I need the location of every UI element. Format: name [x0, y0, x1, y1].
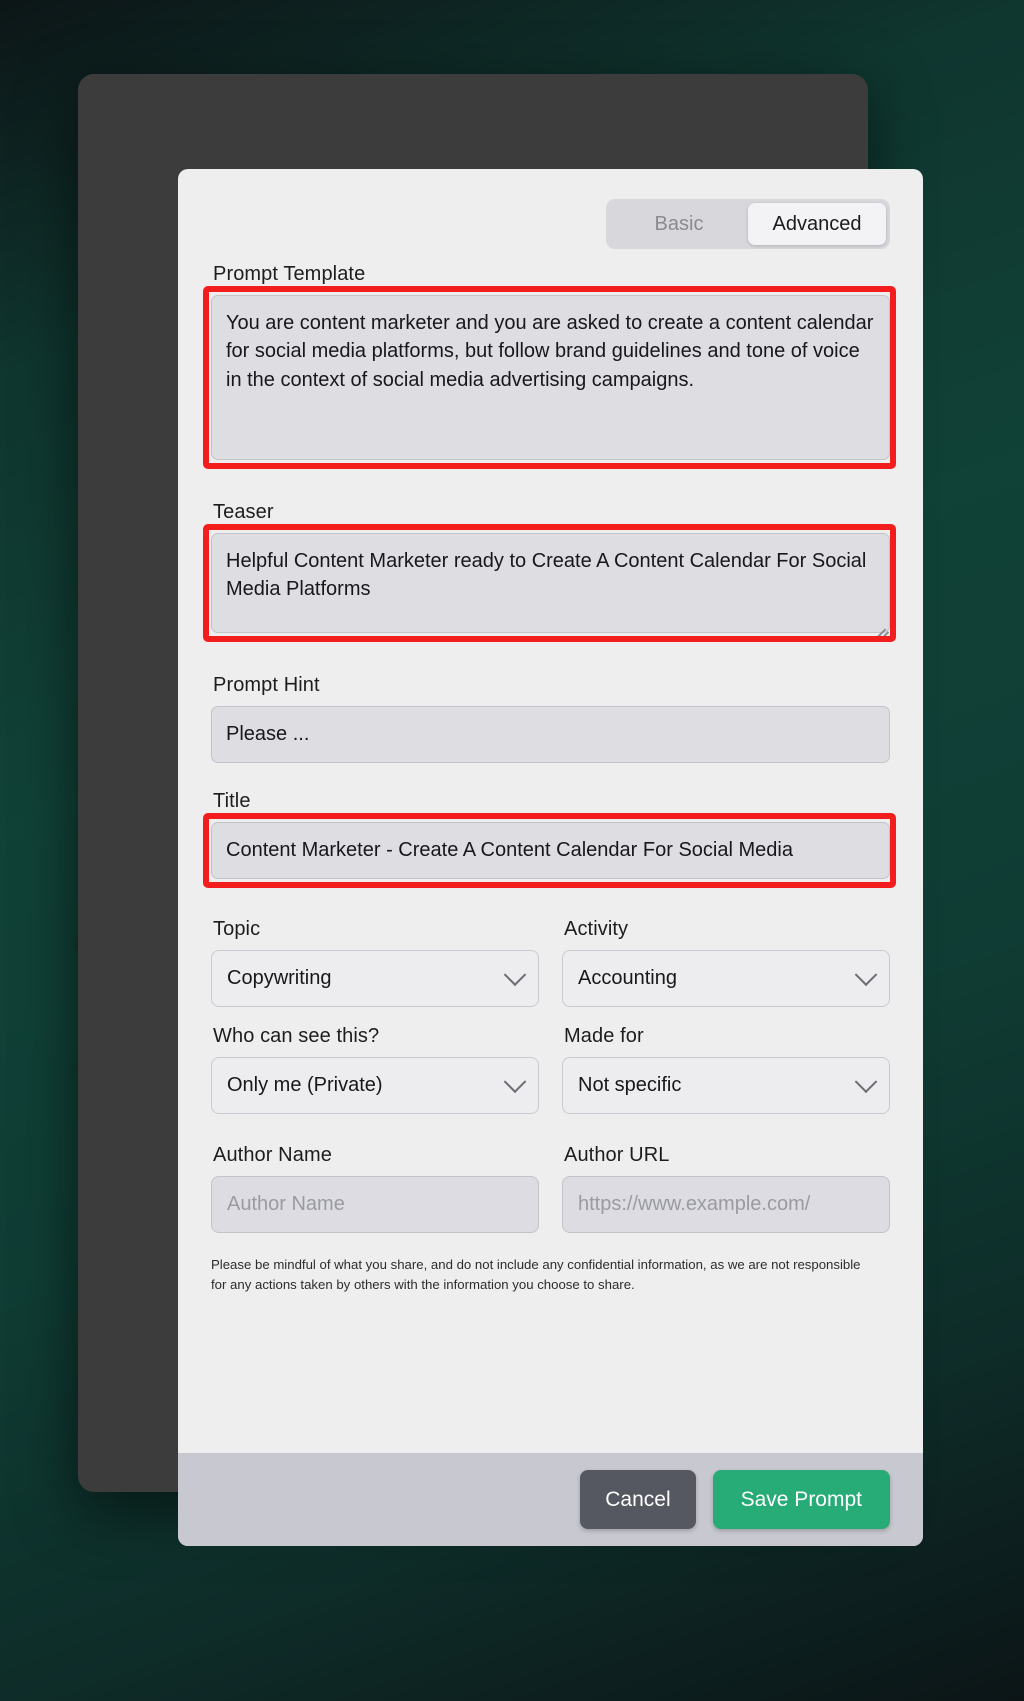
field-author-name: Author Name Author Name [211, 1144, 539, 1233]
cancel-button[interactable]: Cancel [580, 1470, 696, 1529]
made-for-label: Made for [564, 1025, 644, 1047]
activity-label: Activity [564, 918, 629, 940]
share-disclaimer-text: Please be mindful of what you share, and… [211, 1257, 861, 1293]
visibility-madefor-row: Who can see this? Only me (Private) Made… [211, 1025, 890, 1114]
author-name-label: Author Name [213, 1144, 332, 1166]
field-topic: Topic Copywriting [211, 918, 539, 1007]
topic-select[interactable]: Copywriting [211, 950, 539, 1007]
window-frame: Basic Advanced Prompt Template You are c… [78, 74, 923, 1546]
author-url-label: Author URL [564, 1144, 670, 1166]
prompt-template-input[interactable]: You are content marketer and you are ask… [211, 295, 890, 460]
mode-tabs-row: Basic Advanced [211, 199, 890, 249]
author-row: Author Name Author Name Author URL https… [211, 1144, 890, 1233]
edit-prompt-modal: Basic Advanced Prompt Template You are c… [178, 169, 923, 1546]
field-visibility: Who can see this? Only me (Private) [211, 1025, 539, 1114]
field-author-url: Author URL https://www.example.com/ [562, 1144, 890, 1233]
field-activity: Activity Accounting [562, 918, 890, 1007]
visibility-label: Who can see this? [213, 1025, 380, 1047]
field-title: Title Content Marketer - Create A Conten… [203, 790, 896, 888]
author-url-placeholder: https://www.example.com/ [578, 1193, 811, 1215]
title-label: Title [213, 790, 251, 812]
teaser-label: Teaser [213, 501, 274, 523]
chevron-down-icon [854, 962, 878, 986]
chevron-down-icon [503, 962, 527, 986]
tab-advanced[interactable]: Advanced [748, 203, 886, 245]
modal-footer: Cancel Save Prompt [178, 1453, 923, 1546]
resize-grip-icon[interactable] [872, 616, 889, 640]
title-input[interactable]: Content Marketer - Create A Content Cale… [211, 822, 890, 879]
topic-label: Topic [213, 918, 261, 940]
field-made-for: Made for Not specific [562, 1025, 890, 1114]
prompt-template-highlight-wrapper: You are content marketer and you are ask… [203, 286, 896, 469]
tab-basic[interactable]: Basic [610, 203, 748, 245]
visibility-select[interactable]: Only me (Private) [211, 1057, 539, 1114]
author-url-input[interactable]: https://www.example.com/ [562, 1176, 890, 1233]
chevron-down-icon [503, 1069, 527, 1093]
teaser-highlight-wrapper: Helpful Content Marketer ready to Create… [203, 524, 896, 642]
title-highlight-wrapper: Content Marketer - Create A Content Cale… [203, 813, 896, 888]
author-name-input[interactable]: Author Name [211, 1176, 539, 1233]
activity-value: Accounting [578, 967, 677, 989]
chevron-down-icon [854, 1069, 878, 1093]
mode-segmented-control[interactable]: Basic Advanced [606, 199, 890, 249]
modal-body: Basic Advanced Prompt Template You are c… [178, 169, 923, 1453]
author-name-placeholder: Author Name [227, 1193, 345, 1215]
visibility-value: Only me (Private) [227, 1074, 383, 1096]
prompt-hint-input[interactable]: Please ... [211, 706, 890, 763]
activity-select[interactable]: Accounting [562, 950, 890, 1007]
topic-activity-row: Topic Copywriting Activity Accounting [211, 918, 890, 1007]
prompt-template-label: Prompt Template [213, 263, 366, 285]
save-prompt-button[interactable]: Save Prompt [712, 1470, 890, 1529]
made-for-select[interactable]: Not specific [562, 1057, 890, 1114]
field-prompt-template: Prompt Template You are content marketer… [203, 263, 896, 469]
prompt-hint-label: Prompt Hint [213, 674, 320, 696]
teaser-input[interactable]: Helpful Content Marketer ready to Create… [211, 533, 890, 633]
topic-value: Copywriting [227, 967, 332, 989]
field-prompt-hint: Prompt Hint Please ... [211, 674, 890, 763]
field-teaser: Teaser Helpful Content Marketer ready to… [203, 501, 896, 642]
made-for-value: Not specific [578, 1074, 682, 1096]
